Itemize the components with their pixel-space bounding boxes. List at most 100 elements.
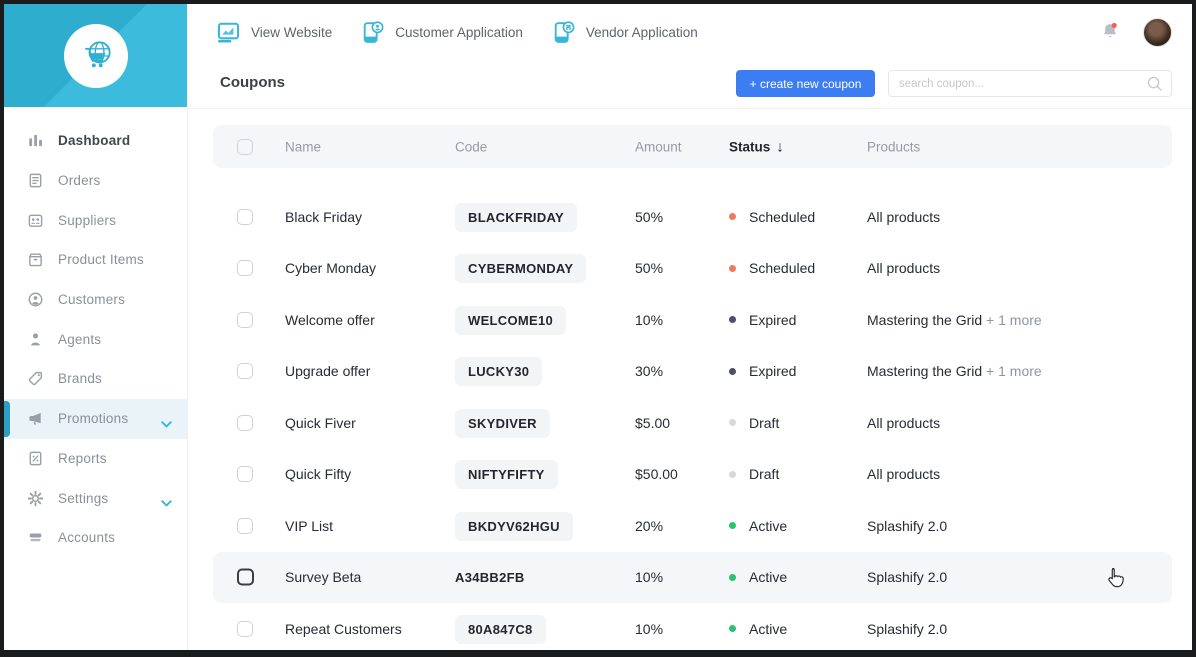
chevron-down-icon[interactable]	[161, 495, 172, 510]
table-row[interactable]: Cyber MondayCYBERMONDAY50%ScheduledAll p…	[213, 243, 1172, 295]
sidebar-item-customers[interactable]: Customers	[4, 280, 187, 320]
status-label: Active	[749, 569, 787, 585]
coupon-name: Welcome offer	[285, 312, 375, 328]
coupon-code-badge: LUCKY30	[455, 357, 542, 386]
products-label: All products	[867, 260, 940, 276]
sidebar-item-agents[interactable]: Agents	[4, 319, 187, 359]
coupon-code-badge: BKDYV62HGU	[455, 512, 573, 541]
products-more-link[interactable]: + 1 more	[982, 363, 1042, 379]
row-checkbox[interactable]	[237, 312, 253, 328]
chevron-down-icon[interactable]	[161, 416, 172, 431]
topbar-link-view-website[interactable]: View Website	[216, 20, 332, 45]
column-header-status[interactable]: Status↓	[729, 138, 784, 155]
table-row[interactable]: Upgrade offerLUCKY3030%ExpiredMastering …	[213, 346, 1172, 398]
coupon-products: Mastering the Grid + 1 more	[867, 363, 1042, 379]
table-row[interactable]: VIP ListBKDYV62HGU20%ActiveSplashify 2.0	[213, 500, 1172, 552]
agents-icon	[26, 330, 44, 348]
topbar-link-customer-application[interactable]: Customer Application	[360, 20, 523, 45]
search-icon[interactable]	[1146, 75, 1171, 92]
sidebar-item-settings[interactable]: Settings	[4, 478, 187, 518]
coupon-amount: $5.00	[635, 415, 670, 431]
sidebar-item-promotions[interactable]: Promotions	[4, 399, 187, 439]
table-row[interactable]: Black FridayBLACKFRIDAY50%ScheduledAll p…	[213, 191, 1172, 243]
sidebar-item-suppliers[interactable]: Suppliers	[4, 200, 187, 240]
coupon-products: Splashify 2.0	[867, 621, 947, 637]
coupon-amount: $50.00	[635, 466, 678, 482]
coupon-status: Expired	[729, 363, 796, 379]
sidebar-item-orders[interactable]: Orders	[4, 161, 187, 201]
products-label: All products	[867, 466, 940, 482]
sidebar-item-product-items[interactable]: Product Items	[4, 240, 187, 280]
products-label: Splashify 2.0	[867, 518, 947, 534]
table-row[interactable]: Survey BetaA34BB2FB10%ActiveSplashify 2.…	[213, 552, 1172, 604]
status-label: Active	[749, 518, 787, 534]
column-header-label: Name	[285, 139, 321, 154]
row-checkbox[interactable]	[237, 621, 253, 637]
avatar[interactable]	[1143, 18, 1172, 47]
coupon-code-cell: NIFTYFIFTY	[455, 466, 558, 482]
table-row[interactable]: Welcome offerWELCOME1010%ExpiredMasterin…	[213, 294, 1172, 346]
row-checkbox[interactable]	[237, 209, 253, 225]
sidebar-item-brands[interactable]: Brands	[4, 359, 187, 399]
suppliers-icon	[26, 211, 44, 229]
sidebar-item-label: Settings	[58, 491, 108, 506]
coupon-name: Black Friday	[285, 209, 362, 225]
notification-dot	[1112, 23, 1117, 28]
coupon-amount: 30%	[635, 363, 663, 379]
coupons-table: Name Code Amount Status↓ Products Black Frid…	[213, 125, 1172, 655]
select-all-checkbox[interactable]	[237, 139, 253, 155]
status-label: Expired	[749, 363, 796, 379]
column-header-code[interactable]: Code	[455, 139, 487, 154]
logo[interactable]	[4, 4, 187, 107]
products-label: Splashify 2.0	[867, 621, 947, 637]
table-row[interactable]: Quick Fifty NIFTYFIFTY $50.00 Draft All prod…	[213, 449, 1172, 501]
status-label: Draft	[749, 415, 779, 431]
status-dot	[729, 625, 736, 632]
sidebar-item-reports[interactable]: Reports	[4, 439, 187, 479]
products-more-link[interactable]: + 1 more	[982, 312, 1042, 328]
search-input[interactable]	[889, 78, 1146, 90]
status-label: Expired	[749, 312, 796, 328]
status-label: Active	[749, 621, 787, 637]
coupon-name: Quick Fifty	[285, 466, 351, 482]
coupon-status: Scheduled	[729, 209, 815, 225]
coupon-status: Draft	[729, 466, 779, 482]
coupon-status: Active	[729, 518, 787, 534]
column-header-name[interactable]: Name	[285, 139, 321, 154]
coupon-code-cell: SKYDIVER	[455, 415, 550, 431]
create-coupon-button[interactable]: + create new coupon	[736, 70, 875, 97]
sidebar-item-label: Dashboard	[58, 133, 130, 148]
table-row[interactable]: Repeat Customers80A847C810%ActiveSplashi…	[213, 603, 1172, 655]
topbar-links: View Website Customer Application Vendor A…	[188, 20, 698, 45]
sidebar-item-dashboard[interactable]: Dashboard	[4, 121, 187, 161]
coupon-amount: 10%	[635, 312, 663, 328]
row-checkbox[interactable]	[237, 260, 253, 276]
topbar-link-label: Vendor Application	[586, 25, 698, 40]
row-checkbox[interactable]	[237, 569, 254, 586]
coupon-amount: 50%	[635, 209, 663, 225]
table-row[interactable]: Quick FiverSKYDIVER$5.00DraftAll product…	[213, 397, 1172, 449]
status-dot	[729, 213, 736, 220]
row-checkbox[interactable]	[237, 466, 253, 482]
sidebar-nav: Dashboard OrdersSuppliersProduct ItemsCus…	[4, 107, 187, 558]
column-header-amount[interactable]: Amount	[635, 139, 682, 154]
row-checkbox[interactable]	[237, 415, 253, 431]
table-header-row: Name Code Amount Status↓ Products	[213, 125, 1172, 168]
coupon-status: Active	[729, 621, 787, 637]
sidebar-item-accounts[interactable]: Accounts	[4, 518, 187, 558]
coupon-code-badge: BLACKFRIDAY	[455, 203, 577, 232]
status-label: Draft	[749, 466, 779, 482]
bell-icon	[1099, 20, 1121, 44]
coupon-amount: 10%	[635, 569, 663, 585]
status-label: Scheduled	[749, 209, 815, 225]
row-checkbox[interactable]	[237, 518, 253, 534]
topbar-link-vendor-application[interactable]: Vendor Application	[551, 20, 698, 45]
status-label: Scheduled	[749, 260, 815, 276]
status-dot	[729, 316, 736, 323]
search-box	[888, 70, 1172, 97]
coupon-name: Quick Fiver	[285, 415, 356, 431]
notifications-button[interactable]	[1099, 20, 1121, 44]
column-header-products[interactable]: Products	[867, 139, 920, 154]
column-header-label: Products	[867, 139, 920, 154]
row-checkbox[interactable]	[237, 363, 253, 379]
